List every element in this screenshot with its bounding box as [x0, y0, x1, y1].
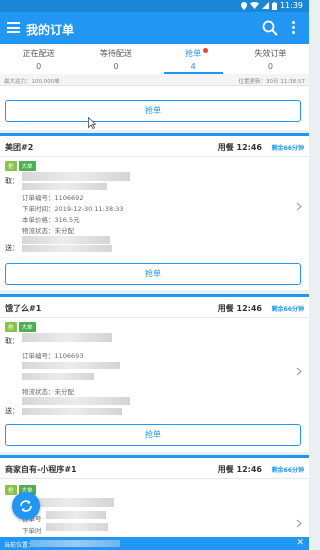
cursor-icon	[88, 117, 96, 129]
app-root: 11:39 我的订单 正在配送 0 等待配送 0 抢单 4 失效订单 0 最大运…	[0, 0, 309, 550]
meal-time: 用餐 12:46	[217, 304, 262, 313]
tab-count: 0	[36, 62, 42, 71]
menu-icon[interactable]	[7, 22, 20, 33]
status-bar: 11:39	[0, 0, 309, 12]
delivery-phone-redacted	[22, 245, 112, 252]
tab-label: 正在配送	[22, 49, 55, 58]
signal-icon	[261, 2, 269, 9]
more-icon[interactable]	[292, 21, 296, 35]
tab-count: 0	[113, 62, 119, 71]
order-time-redacted	[22, 362, 120, 369]
close-icon[interactable]: ✕	[296, 538, 304, 548]
order-card[interactable]: 商家自有-小程序#1 用餐 12:46 剩余66分钟 抢 大单 订单号 下单时	[0, 455, 309, 537]
order-time-redacted	[46, 523, 108, 531]
logistics-status: 物流状态：未分配	[22, 388, 74, 396]
meal-time: 用餐 12:46	[217, 143, 262, 152]
order-source: 商家自有-小程序#1	[5, 465, 77, 474]
delivery-label: 送：	[5, 244, 19, 252]
pickup-address-redacted	[22, 333, 112, 342]
search-icon[interactable]	[262, 20, 278, 36]
order-card-partial: 抢单	[0, 86, 309, 130]
large-order-badge: 大单	[18, 322, 36, 332]
page-title: 我的订单	[26, 23, 75, 37]
divider	[0, 478, 309, 479]
logistics-status: 物流状态：未分配	[22, 227, 74, 235]
grab-button[interactable]: 抢单	[5, 263, 301, 285]
remaining-time: 剩余66分钟	[271, 306, 304, 313]
badge-row: 抢 大单	[5, 161, 36, 171]
delivery-label: 送：	[5, 407, 19, 415]
tab-waiting[interactable]: 等待配送 0	[77, 44, 154, 74]
grab-button[interactable]: 抢单	[5, 100, 301, 122]
tab-expired[interactable]: 失效订单 0	[232, 44, 309, 74]
tab-label: 抢单	[185, 49, 202, 58]
order-source: 美团#2	[5, 143, 34, 152]
pickup-label: 取：	[5, 337, 19, 345]
tab-label: 等待配送	[99, 49, 132, 58]
order-price: 本单价格：316.5元	[22, 216, 80, 224]
order-number: 订单编号：1106692	[22, 194, 84, 202]
meal-time: 用餐 12:46	[217, 465, 262, 474]
delivery-phone-redacted	[22, 408, 122, 415]
order-card[interactable]: 饿了么#1 用餐 12:46 剩余66分钟 抢 大单 取： 订单编号：11066…	[0, 294, 309, 452]
location-icon	[240, 1, 247, 10]
divider	[0, 156, 309, 157]
remaining-time: 剩余66分钟	[271, 145, 304, 152]
order-number: 订单编号：1106693	[22, 352, 84, 360]
current-location-redacted	[30, 540, 120, 547]
delivery-address-redacted	[22, 236, 110, 244]
order-card[interactable]: 美团#2 用餐 12:46 剩余66分钟 抢 大单 取： 订单编号：110669…	[0, 133, 309, 290]
app-bar: 我的订单	[0, 12, 309, 44]
grab-button[interactable]: 抢单	[5, 424, 301, 446]
order-source: 饿了么#1	[5, 304, 42, 313]
grab-badge: 抢	[5, 161, 17, 171]
pickup-address-redacted	[22, 172, 130, 181]
tab-delivering[interactable]: 正在配送 0	[0, 44, 77, 74]
order-price-redacted	[22, 373, 94, 380]
large-order-badge: 大单	[18, 161, 36, 171]
order-time: 下单时	[22, 527, 42, 535]
tab-label: 失效订单	[254, 49, 287, 58]
delivery-address-redacted	[22, 397, 130, 405]
grab-badge: 抢	[5, 322, 17, 332]
refresh-button[interactable]	[12, 492, 40, 520]
capacity-text: 最大运力：100,000单	[4, 79, 60, 85]
chevron-right-icon[interactable]	[296, 519, 302, 528]
order-time: 下单时间：2019-12-30 11:38:33	[22, 205, 124, 213]
tab-grab[interactable]: 抢单 4	[155, 44, 232, 74]
refresh-icon	[20, 500, 32, 512]
card-header: 饿了么#1 用餐 12:46 剩余66分钟	[0, 297, 309, 317]
status-time: 11:39	[279, 1, 303, 10]
remaining-time: 剩余66分钟	[271, 467, 304, 474]
status-icons: 11:39	[240, 1, 303, 10]
chevron-right-icon[interactable]	[296, 367, 302, 376]
card-header: 商家自有-小程序#1 用餐 12:46 剩余66分钟	[0, 458, 309, 478]
location-bar: 当前位置： ✕	[0, 537, 309, 550]
card-header: 美团#2 用餐 12:46 剩余66分钟	[0, 136, 309, 156]
badge-row: 抢 大单	[5, 322, 36, 332]
location-update-text: 位置更新：30日 11:38:57	[238, 79, 305, 85]
tab-count: 0	[267, 62, 273, 71]
order-list[interactable]: 抢单 美团#2 用餐 12:46 剩余66分钟 抢 大单 取： 订单编号：110…	[0, 86, 309, 537]
order-tabs: 正在配送 0 等待配送 0 抢单 4 失效订单 0	[0, 44, 309, 74]
wifi-icon	[249, 2, 259, 9]
pickup-phone-redacted	[22, 183, 107, 190]
info-bar: 最大运力：100,000单 位置更新：30日 11:38:57	[0, 74, 309, 86]
chevron-right-icon[interactable]	[296, 202, 302, 211]
order-number-redacted	[46, 511, 106, 519]
tab-count: 4	[190, 62, 196, 71]
pickup-label: 取：	[5, 177, 19, 185]
divider	[0, 317, 309, 318]
battery-icon	[271, 1, 277, 10]
grab-badge: 抢	[5, 485, 17, 495]
